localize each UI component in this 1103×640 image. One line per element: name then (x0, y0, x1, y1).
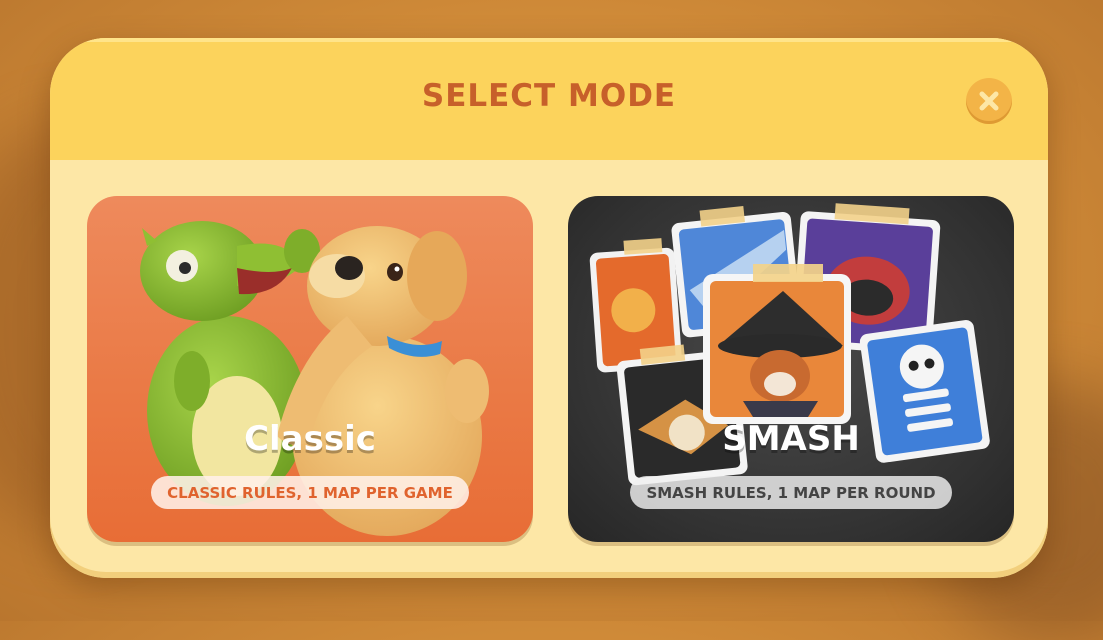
mode-title: SMASH (722, 419, 860, 459)
mode-card-smash[interactable]: SMASH SMASH RULES, 1 MAP PER ROUND (568, 196, 1014, 542)
mode-card-classic[interactable]: Classic CLASSIC RULES, 1 MAP PER GAME (87, 196, 533, 542)
mode-subtitle: SMASH RULES, 1 MAP PER ROUND (630, 476, 952, 509)
modal-title: SELECT MODE (421, 78, 677, 114)
modal-header: SELECT MODE (50, 38, 1048, 160)
select-mode-modal: SELECT MODE Classic CLASSIC RULES, 1 MAP… (50, 38, 1048, 578)
mode-title: Classic (244, 419, 376, 459)
mode-subtitle: CLASSIC RULES, 1 MAP PER GAME (151, 476, 469, 509)
close-button[interactable] (966, 78, 1012, 124)
close-icon (979, 91, 999, 111)
